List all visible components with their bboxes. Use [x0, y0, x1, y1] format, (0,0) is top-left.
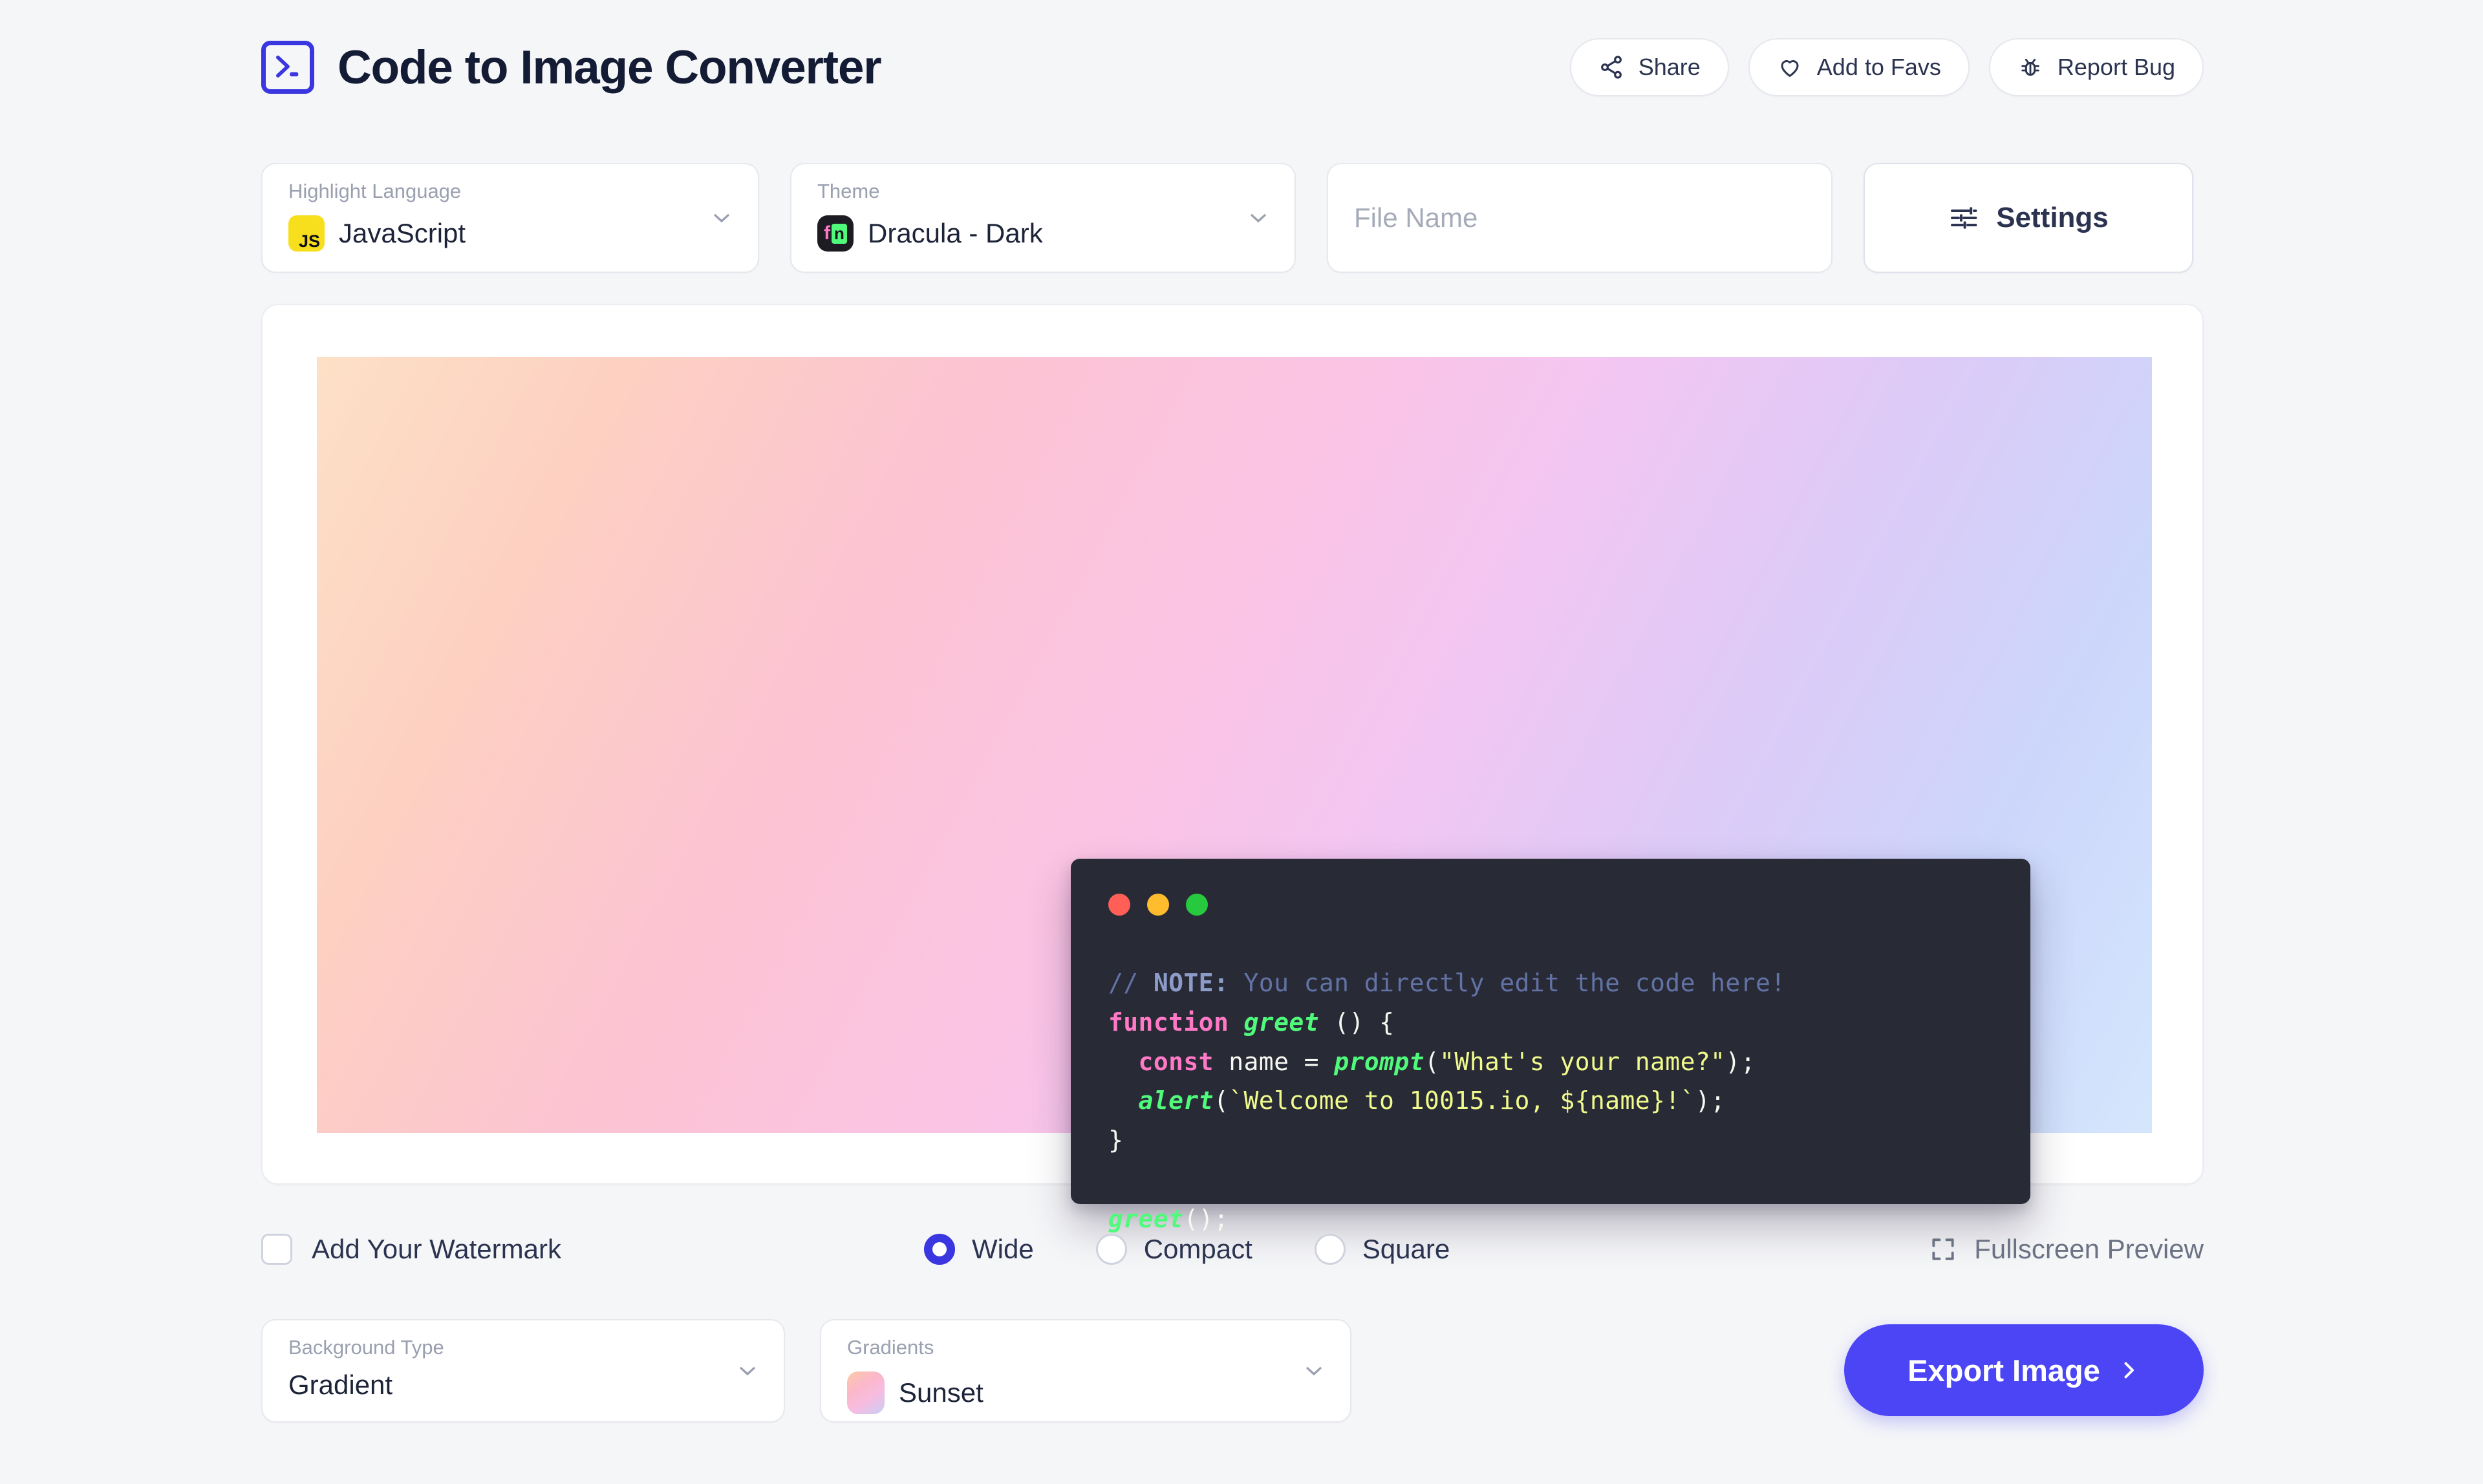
maximize-dot [1186, 894, 1208, 916]
code-line: function greet () { [1108, 1003, 1993, 1042]
code-token: greet [1243, 1007, 1335, 1037]
watermark-label: Add Your Watermark [312, 1234, 561, 1264]
code-token: function [1108, 1007, 1244, 1037]
code-token: } [1108, 1126, 1124, 1155]
code-token: "What's your name?" [1439, 1047, 1726, 1076]
settings-label: Settings [1996, 202, 2109, 233]
report-bug-button[interactable]: Report Bug [1988, 38, 2204, 96]
expand-icon [1932, 1238, 1954, 1260]
code-token: ( [1424, 1047, 1440, 1076]
fullscreen-preview-label: Fullscreen Preview [1974, 1234, 2204, 1264]
layout-square-label: Square [1362, 1234, 1450, 1264]
radio-square[interactable] [1314, 1234, 1346, 1265]
watermark-toggle[interactable]: Add Your Watermark [261, 1234, 561, 1265]
code-token: You can directly edit the code here! [1229, 969, 1786, 997]
sliders-icon [1951, 207, 1977, 229]
layout-compact-label: Compact [1143, 1234, 1252, 1264]
highlight-language-select[interactable]: Highlight Language JS JavaScript [261, 163, 759, 273]
highlight-language-value-row: JS JavaScript [288, 215, 736, 252]
radio-compact[interactable] [1095, 1234, 1127, 1265]
code-token: alert [1108, 1086, 1214, 1115]
app-logo [261, 41, 314, 94]
code-line: const name = prompt("What's your name?")… [1108, 1042, 1993, 1082]
code-token: name = [1229, 1047, 1335, 1076]
chevron-down-icon[interactable] [735, 1358, 760, 1384]
code-token: ); [1695, 1086, 1726, 1115]
layout-option-square[interactable]: Square [1314, 1234, 1450, 1265]
code-token: `Welcome to 10015.io, ${name}!` [1229, 1086, 1695, 1115]
report-bug-label: Report Bug [2057, 54, 2175, 80]
header-actions: Share Add to Favs Report Bug [1569, 38, 2204, 96]
code-token: // [1108, 969, 1154, 997]
chevron-down-icon[interactable] [1245, 205, 1271, 231]
highlight-language-value: JavaScript [339, 218, 466, 248]
layout-option-wide[interactable]: Wide [924, 1234, 1034, 1265]
share-label: Share [1638, 54, 1701, 80]
code-editor[interactable]: // NOTE: You can directly edit the code … [1108, 963, 1993, 1239]
code-line: // NOTE: You can directly edit the code … [1108, 963, 1993, 1003]
share-button[interactable]: Share [1569, 38, 1729, 96]
javascript-badge-text: JS [298, 231, 320, 251]
gradients-value: Sunset [899, 1377, 984, 1408]
theme-value: Dracula - Dark [868, 218, 1043, 248]
preview-card: // NOTE: You can directly edit the code … [261, 304, 2204, 1233]
background-type-value: Gradient [288, 1370, 393, 1400]
theme-select[interactable]: Theme f n Dracula - Dark [790, 163, 1296, 273]
layout-wide-label: Wide [972, 1234, 1034, 1264]
export-image-label: Export Image [1908, 1353, 2100, 1388]
watermark-checkbox[interactable] [261, 1234, 292, 1265]
file-name-placeholder: File Name [1354, 202, 1478, 233]
bug-icon [2021, 58, 2039, 76]
layout-option-compact[interactable]: Compact [1095, 1234, 1252, 1265]
chevron-down-icon[interactable] [709, 205, 735, 231]
bottom-row: Background Type Gradient Gradients Sunse… [261, 1319, 2204, 1423]
control-row: Highlight Language JS JavaScript Theme f… [261, 163, 2204, 273]
gradients-select[interactable]: Gradients Sunset [820, 1319, 1351, 1423]
code-token: const [1108, 1047, 1229, 1076]
theme-label: Theme [817, 180, 880, 202]
theme-value-row: f n Dracula - Dark [817, 215, 1273, 252]
page-title: Code to Image Converter [338, 41, 882, 94]
theme-badge-n: n [832, 223, 847, 244]
settings-button[interactable]: Settings [1864, 163, 2193, 273]
radio-wide[interactable] [924, 1234, 955, 1265]
dracula-theme-icon: f n [817, 215, 854, 252]
background-type-select[interactable]: Background Type Gradient [261, 1319, 785, 1423]
brand: Code to Image Converter [261, 41, 882, 94]
gradient-canvas: // NOTE: You can directly edit the code … [317, 357, 2152, 1233]
code-window[interactable]: // NOTE: You can directly edit the code … [1071, 859, 2030, 1233]
options-row: Add Your Watermark Wide Compact Square F… [261, 1210, 2204, 1288]
gradients-value-row: Sunset [847, 1371, 1328, 1414]
minimize-dot [1147, 894, 1169, 916]
file-name-input[interactable]: File Name [1327, 163, 1833, 273]
window-dots [1108, 894, 1993, 916]
close-dot [1108, 894, 1130, 916]
layout-radio-group: Wide Compact Square [924, 1234, 1450, 1265]
export-image-button[interactable]: Export Image [1844, 1324, 2204, 1416]
code-line: } [1108, 1121, 1993, 1160]
app-header: Code to Image Converter Share Add to Fav… [261, 31, 2204, 103]
fullscreen-preview-button[interactable]: Fullscreen Preview [1929, 1234, 2204, 1265]
code-token: NOTE: [1153, 969, 1229, 997]
share-icon [1600, 56, 1622, 79]
javascript-badge-icon: JS [288, 215, 325, 252]
code-token: () { [1334, 1007, 1395, 1037]
add-to-favs-button[interactable]: Add to Favs [1748, 38, 1970, 96]
gradient-swatch-icon [847, 1371, 885, 1414]
gradients-label: Gradients [847, 1336, 934, 1359]
highlight-language-label: Highlight Language [288, 180, 462, 202]
app-root: Code to Image Converter Share Add to Fav… [0, 0, 2483, 1484]
heart-icon [1781, 60, 1799, 77]
terminal-prompt-icon [276, 56, 299, 78]
code-token: prompt [1334, 1047, 1424, 1076]
background-type-label: Background Type [288, 1336, 444, 1359]
code-line: alert(`Welcome to 10015.io, ${name}!`); [1108, 1081, 1993, 1121]
chevron-down-icon[interactable] [1301, 1358, 1327, 1384]
add-to-favs-label: Add to Favs [1816, 54, 1941, 80]
code-token: ( [1213, 1086, 1229, 1115]
chevron-right-icon [2124, 1362, 2134, 1379]
theme-badge-f: f [824, 222, 831, 244]
code-token: ); [1725, 1047, 1756, 1076]
